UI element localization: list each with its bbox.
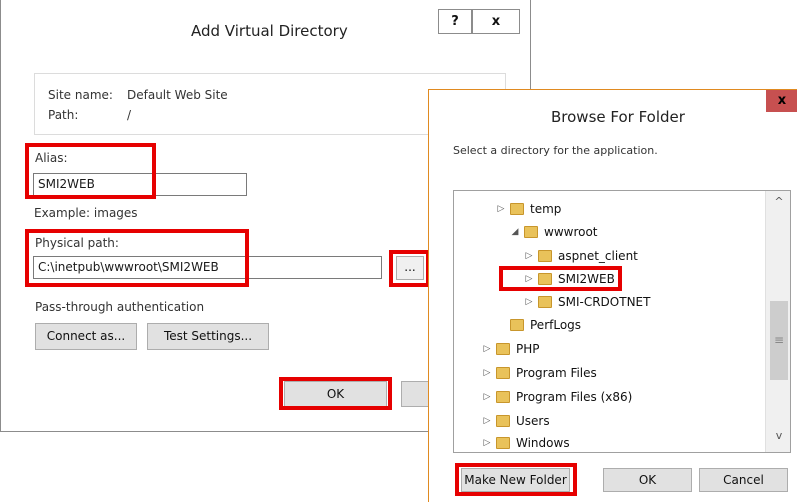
- folder-icon: [496, 366, 510, 379]
- tree-item-label: temp: [530, 202, 562, 216]
- connect-as-button[interactable]: Connect as...: [35, 323, 137, 350]
- connect-as-label: Connect as...: [46, 329, 126, 343]
- help-button[interactable]: ?: [438, 9, 472, 34]
- expand-arrow-icon[interactable]: ▷: [482, 411, 492, 431]
- tree-item-label: PHP: [516, 342, 540, 356]
- browse-cancel-label: Cancel: [723, 473, 764, 487]
- expand-arrow-icon[interactable]: ▷: [496, 199, 506, 219]
- folder-tree[interactable]: ▷ temp ◢ wwwroot ▷ aspnet_client ▷ SMI2WEB ▷ SMI-…: [453, 190, 791, 453]
- chevron-up-icon: ^: [774, 195, 784, 208]
- browse-for-folder-dialog: Browse For Folder x Select a directory f…: [428, 89, 797, 502]
- folder-icon: [538, 295, 552, 308]
- test-settings-label: Test Settings...: [163, 329, 253, 343]
- expand-arrow-icon[interactable]: ▷: [482, 433, 492, 452]
- close-button[interactable]: x: [472, 9, 520, 34]
- folder-icon: [496, 436, 510, 449]
- close-icon: x: [491, 14, 501, 29]
- browse-instruction: Select a directory for the application.: [453, 144, 658, 157]
- tree-item-label: Program Files: [516, 366, 597, 380]
- browse-ok-button[interactable]: OK: [603, 468, 692, 492]
- scroll-up-arrow[interactable]: ^: [766, 195, 790, 211]
- path-label: Path:: [48, 108, 79, 122]
- expand-arrow-icon[interactable]: ▷: [524, 292, 534, 312]
- browse-ok-label: OK: [638, 473, 657, 487]
- browse-cancel-button[interactable]: Cancel: [699, 468, 788, 492]
- tree-scrollbar[interactable]: ^ ≡ v: [765, 191, 790, 452]
- tree-item-label: wwwroot: [544, 225, 598, 239]
- expand-arrow-icon[interactable]: ▷: [482, 339, 492, 359]
- tree-item-perflogs[interactable]: PerfLogs: [496, 315, 581, 335]
- folder-icon: [496, 390, 510, 403]
- site-name-label: Site name:: [48, 88, 113, 102]
- help-icon: ?: [451, 14, 459, 29]
- browse-dialog-title: Browse For Folder: [551, 108, 685, 126]
- browse-button-highlight: [389, 250, 430, 287]
- passthrough-label: Pass-through authentication: [35, 300, 205, 314]
- scroll-down-arrow[interactable]: v: [766, 429, 790, 445]
- expand-arrow-icon[interactable]: ▷: [524, 246, 534, 266]
- make-new-folder-highlight: [455, 463, 577, 496]
- expand-arrow-icon[interactable]: ▷: [482, 387, 492, 407]
- tree-item-program-files[interactable]: ▷ Program Files: [482, 363, 597, 383]
- folder-icon: [510, 318, 524, 331]
- folder-icon: [524, 225, 538, 238]
- tree-item-label: PerfLogs: [530, 318, 582, 332]
- smi2web-highlight: [499, 266, 622, 291]
- scroll-thumb[interactable]: ≡: [770, 301, 788, 380]
- tree-item-php[interactable]: ▷ PHP: [482, 339, 540, 359]
- example-text: Example: images: [34, 206, 138, 220]
- folder-icon: [496, 414, 510, 427]
- tree-item-smi-crdotnet[interactable]: ▷ SMI-CRDOTNET: [524, 292, 651, 312]
- physical-path-highlight: [25, 229, 249, 287]
- alias-highlight: [25, 143, 156, 199]
- path-value: /: [127, 108, 132, 122]
- tree-item-aspnet-client[interactable]: ▷ aspnet_client: [524, 246, 638, 266]
- expand-arrow-icon[interactable]: ▷: [482, 363, 492, 383]
- chevron-down-icon: v: [775, 429, 783, 442]
- site-name-value: Default Web Site: [127, 88, 228, 102]
- tree-item-wwwroot[interactable]: ◢ wwwroot: [510, 222, 598, 242]
- folder-icon: [496, 342, 510, 355]
- tree-item-label: Windows: [516, 436, 570, 450]
- dialog-title: Add Virtual Directory: [191, 22, 348, 40]
- tree-item-windows[interactable]: ▷ Windows: [482, 433, 570, 452]
- tree-item-label: SMI-CRDOTNET: [558, 295, 651, 309]
- tree-item-label: Program Files (x86): [516, 390, 633, 404]
- ok-button-highlight: [279, 377, 392, 410]
- grip-icon: ≡: [773, 333, 785, 347]
- folder-icon: [510, 202, 524, 215]
- tree-item-temp[interactable]: ▷ temp: [496, 199, 562, 219]
- tree-item-users[interactable]: ▷ Users: [482, 411, 550, 431]
- tree-item-label: aspnet_client: [558, 249, 638, 263]
- tree-item-program-files-x86[interactable]: ▷ Program Files (x86): [482, 387, 633, 407]
- close-icon: x: [777, 93, 787, 108]
- folder-icon: [538, 249, 552, 262]
- tree-item-label: Users: [516, 414, 550, 428]
- browse-close-button[interactable]: x: [766, 90, 797, 112]
- expanded-arrow-icon[interactable]: ◢: [510, 222, 520, 242]
- test-settings-button[interactable]: Test Settings...: [147, 323, 269, 350]
